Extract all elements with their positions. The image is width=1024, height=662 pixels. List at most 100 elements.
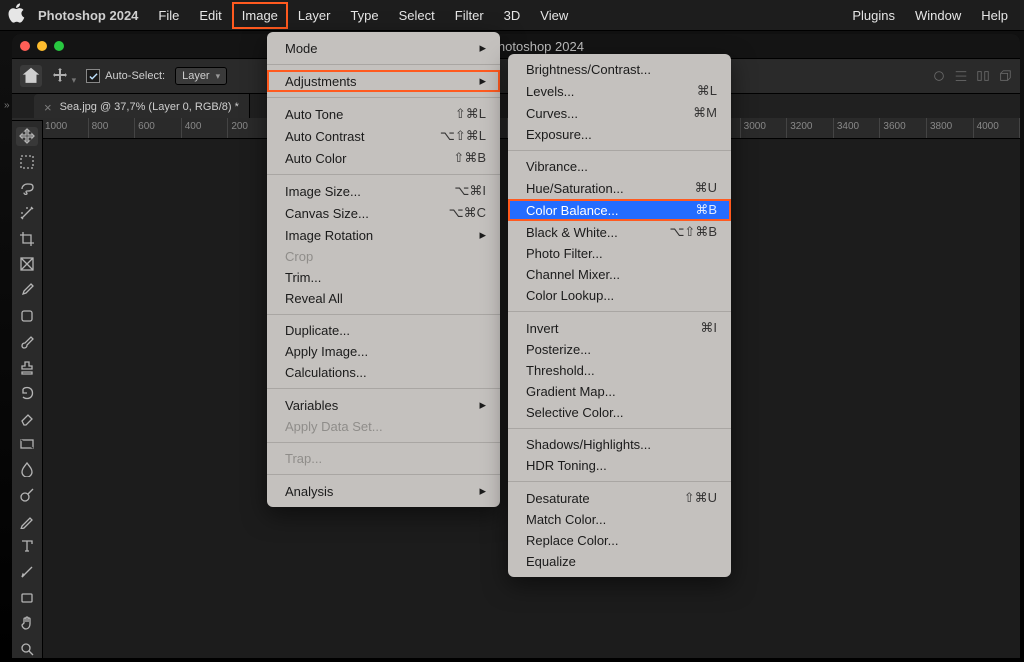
- menu-item-label: Duplicate...: [285, 323, 350, 338]
- auto-select-label: Auto-Select:: [105, 70, 165, 82]
- menu-item: Crop: [267, 246, 500, 267]
- menu-item-label: Reveal All: [285, 291, 343, 306]
- menu-type[interactable]: Type: [340, 2, 388, 29]
- align-icon[interactable]: [954, 69, 968, 83]
- menu-edit[interactable]: Edit: [189, 2, 231, 29]
- menu-plugins[interactable]: Plugins: [842, 2, 905, 29]
- menu-item[interactable]: Exposure...: [508, 124, 731, 145]
- tool-path[interactable]: [16, 563, 38, 582]
- menu-item[interactable]: Variables: [267, 394, 500, 416]
- tool-eyedrop[interactable]: [16, 281, 38, 300]
- menu-item[interactable]: Black & White...⌥⇧⌘B: [508, 221, 731, 243]
- menu-item[interactable]: Gradient Map...: [508, 381, 731, 402]
- menu-item[interactable]: Canvas Size...⌥⌘C: [267, 202, 500, 224]
- menu-item-label: Exposure...: [526, 127, 592, 142]
- menu-item-label: Mode: [285, 41, 318, 56]
- tool-marquee[interactable]: [16, 153, 38, 172]
- menu-item[interactable]: Photo Filter...: [508, 243, 731, 264]
- move-options-icon[interactable]: ▾: [52, 67, 76, 86]
- menu-item-label: Brightness/Contrast...: [526, 62, 651, 77]
- menu-item[interactable]: Analysis: [267, 480, 500, 502]
- menu-item[interactable]: Levels...⌘L: [508, 80, 731, 102]
- menu-item[interactable]: Auto Tone⇧⌘L: [267, 103, 500, 125]
- menu-item[interactable]: Vibrance...: [508, 156, 731, 177]
- menu-view[interactable]: View: [530, 2, 578, 29]
- tool-move[interactable]: [16, 127, 38, 146]
- menu-filter[interactable]: Filter: [445, 2, 494, 29]
- menu-item[interactable]: Image Rotation: [267, 224, 500, 246]
- menu-item[interactable]: Color Lookup...: [508, 285, 731, 306]
- tool-gradient[interactable]: [16, 435, 38, 454]
- tool-lasso[interactable]: [16, 178, 38, 197]
- menu-layer[interactable]: Layer: [288, 2, 341, 29]
- document-tab[interactable]: × Sea.jpg @ 37,7% (Layer 0, RGB/8) *: [34, 94, 250, 120]
- menu-item[interactable]: Replace Color...: [508, 530, 731, 551]
- tool-wand[interactable]: [16, 204, 38, 223]
- menu-window[interactable]: Window: [905, 2, 971, 29]
- menu-item[interactable]: Threshold...: [508, 360, 731, 381]
- menu-item[interactable]: Match Color...: [508, 509, 731, 530]
- tool-stamp[interactable]: [16, 358, 38, 377]
- menu-item[interactable]: Trim...: [267, 267, 500, 288]
- menu-item[interactable]: Channel Mixer...: [508, 264, 731, 285]
- tool-blur[interactable]: [16, 460, 38, 479]
- tool-brush[interactable]: [16, 332, 38, 351]
- auto-select-checkbox[interactable]: Auto-Select:: [86, 69, 165, 83]
- tool-zoom[interactable]: [16, 640, 38, 659]
- menu-item-label: Threshold...: [526, 363, 595, 378]
- menu-help[interactable]: Help: [971, 2, 1018, 29]
- tool-crop[interactable]: [16, 230, 38, 249]
- menu-item[interactable]: Shadows/Highlights...: [508, 434, 731, 455]
- menu-item[interactable]: Auto Contrast⌥⇧⌘L: [267, 125, 500, 147]
- collapse-icon[interactable]: »: [4, 100, 10, 111]
- menu-3d[interactable]: 3D: [494, 2, 531, 29]
- menu-item[interactable]: HDR Toning...: [508, 455, 731, 476]
- menu-item[interactable]: Color Balance...⌘B: [508, 199, 731, 221]
- tool-eraser[interactable]: [16, 409, 38, 428]
- tool-frame[interactable]: [16, 255, 38, 274]
- shortcut: ⌥⌘I: [454, 183, 486, 199]
- menu-item[interactable]: Reveal All: [267, 288, 500, 309]
- menu-item[interactable]: Apply Image...: [267, 341, 500, 362]
- menu-select[interactable]: Select: [389, 2, 445, 29]
- ruler-tick: 600: [135, 118, 182, 138]
- menu-item-label: Calculations...: [285, 365, 367, 380]
- menu-item[interactable]: Posterize...: [508, 339, 731, 360]
- menu-item[interactable]: Adjustments: [267, 70, 500, 92]
- menu-item[interactable]: Mode: [267, 37, 500, 59]
- menu-item[interactable]: Auto Color⇧⌘B: [267, 147, 500, 169]
- distribute-icon[interactable]: [976, 69, 990, 83]
- menu-item[interactable]: Desaturate⇧⌘U: [508, 487, 731, 509]
- tool-hand[interactable]: [16, 614, 38, 633]
- 3d-icon[interactable]: [998, 69, 1012, 83]
- menu-item-label: Gradient Map...: [526, 384, 616, 399]
- image-menu: Mode Adjustments Auto Tone⇧⌘LAuto Contrast…: [267, 32, 500, 507]
- menu-item-label: Auto Tone: [285, 107, 343, 122]
- ruler-tick: 3000: [741, 118, 788, 138]
- menu-item[interactable]: Image Size...⌥⌘I: [267, 180, 500, 202]
- menu-item[interactable]: Duplicate...: [267, 320, 500, 341]
- tool-pen[interactable]: [16, 511, 38, 530]
- apple-icon[interactable]: [6, 2, 28, 28]
- menu-item[interactable]: Calculations...: [267, 362, 500, 383]
- menu-item[interactable]: Equalize: [508, 551, 731, 572]
- menu-item[interactable]: Selective Color...: [508, 402, 731, 423]
- menu-item[interactable]: Invert⌘I: [508, 317, 731, 339]
- close-tab-icon[interactable]: ×: [44, 100, 52, 115]
- tool-type[interactable]: [16, 537, 38, 556]
- menu-item[interactable]: Brightness/Contrast...: [508, 59, 731, 80]
- menu-item[interactable]: Hue/Saturation...⌘U: [508, 177, 731, 199]
- menu-item-label: Black & White...: [526, 225, 618, 240]
- tool-history[interactable]: [16, 383, 38, 402]
- auto-select-target[interactable]: Layer ▾: [175, 67, 227, 85]
- remove-bg-icon[interactable]: [932, 69, 946, 83]
- tool-heal[interactable]: [16, 306, 38, 325]
- home-button[interactable]: [20, 65, 42, 87]
- menu-item[interactable]: Curves...⌘M: [508, 102, 731, 124]
- app-name[interactable]: Photoshop 2024: [28, 8, 148, 23]
- tool-rect[interactable]: [16, 588, 38, 607]
- menu-file[interactable]: File: [148, 2, 189, 29]
- menu-item-label: Auto Color: [285, 151, 346, 166]
- tool-dodge[interactable]: [16, 486, 38, 505]
- menu-image[interactable]: Image: [232, 2, 288, 29]
